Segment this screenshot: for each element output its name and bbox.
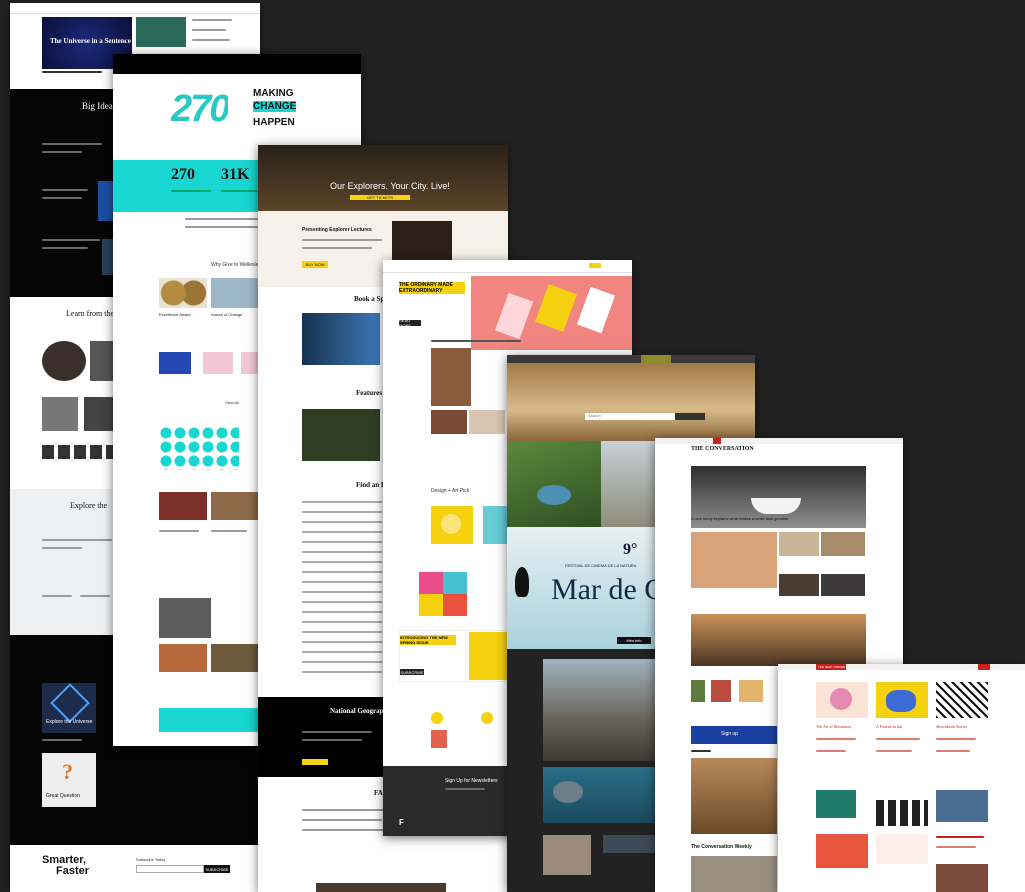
question-icon: ? Great Question [42,753,96,807]
gorilla-photo [302,409,380,461]
headline-1: MAKING [253,88,294,99]
promo-title: INTRODUCING THE NEW SPRING ISSUE [400,635,456,645]
avatar [84,397,114,431]
footer-title: Sign Up for Newsletters [445,778,498,784]
hero: Our Explorers. Your City. Live! GET TICK… [258,145,508,211]
search-input[interactable]: Search [585,413,675,420]
illustration-1 [816,682,868,718]
intro-title: Presenting Explorer Lectures [302,227,372,233]
screenshot-illustration-magazine: THE NEW YORKER The Art of Illustration A… [778,664,1025,892]
features-heading: Features [356,389,382,397]
speaker-photo [302,313,380,365]
illustration-3 [936,682,988,718]
avatar [42,397,78,431]
more-info-button[interactable]: Més info [617,637,651,644]
bird-photo [507,441,601,527]
footer-logo: Smarter, Faster [42,855,89,877]
search-button[interactable] [675,413,705,420]
crowd-photo [691,614,866,666]
top-nav [10,3,260,14]
hero-caption: A new study explains what makes a smile … [691,516,789,521]
big-title: Mar de C [551,573,665,606]
avatar [90,341,114,381]
hero-image [471,276,632,350]
top-bar [778,664,1025,670]
thumb-1 [136,17,186,47]
feature-left-title: Explore the Universe [46,719,93,725]
cta-band [159,708,261,732]
learn-heading: Learn from the [66,309,114,318]
hero-headline: THE ORDINARY MADE EXTRAORDINARY [399,282,465,294]
coin-image [159,278,207,308]
illustration-2 [876,682,928,718]
logo: THE NEW YORKER [818,665,846,669]
stat-2: 31K [221,166,250,183]
subscribe-button[interactable]: SUBSCRIBE [204,865,230,873]
buy-button[interactable]: BUY NOW [302,261,328,268]
section-title: Why Give to Wellesley [211,262,261,268]
explore-heading: Explore the [70,501,108,510]
photo-5 [211,644,261,672]
photo-2 [211,492,261,520]
logo-tile [419,572,443,594]
story-photo-3 [821,532,865,556]
avatar [42,341,86,381]
hero-title: The Universe in a Sentence [50,37,131,45]
footer-logo: F [399,818,404,827]
cta-box[interactable]: Sign up [691,726,777,744]
newsletter-label: Subscribe Today [136,857,166,862]
newsletter-input[interactable] [136,865,204,873]
top-nav [507,355,755,363]
top-nav [383,260,632,273]
section-title: Design + Art Pick [431,488,470,494]
globe-icon: Explore the Universe [42,683,96,733]
caption-2: Voices of Change [211,312,243,317]
mountain-photo [543,659,655,761]
subtitle: FESTIVAL DE CINEMA DE LA NATURA [565,563,637,568]
footer-logo-line-2: Faster [56,865,90,877]
hero-text: THE ORDINARY MADE EXTRAORDINARY [399,282,469,294]
hero-image: Search [507,363,755,441]
penguin-icon [515,567,529,597]
headline-2: CHANGE [253,101,297,112]
people-image [211,278,261,308]
event-list [302,501,382,681]
footer-newsletter: Smarter, Faster Subscribe Today SUBSCRIB… [10,845,260,892]
stat-1: 270 [171,166,195,183]
hero-button[interactable]: GET TICKETS [350,195,410,200]
promo-button[interactable]: SUBSCRIBE [400,669,424,675]
dots-pattern [159,426,239,470]
story-2: A Portrait in Ink [876,724,903,729]
story-photo-1 [691,532,777,588]
story-3: Sketchbook Stories [936,724,967,729]
manatee-photo [543,767,655,823]
hero-title: Our Explorers. Your City. Live! [330,181,450,191]
photo-4 [159,644,207,672]
photo-1 [159,492,207,520]
section-heading: The Conversation Weekly [691,844,752,850]
big-number: 270 [171,88,229,130]
headline-block: MAKING CHANGE HAPPEN [253,88,313,128]
issue-number: 9° [623,541,638,558]
search-placeholder: Search [588,413,601,418]
masthead: THE CONVERSATION [691,446,754,452]
top-nav [113,54,361,74]
cta-label: Sign up [721,731,738,737]
feature-right-title: Great Question [46,793,80,799]
top-bar [655,438,903,444]
caption-1: Excellence Award [159,312,191,317]
poster: 9° FESTIVAL DE CINEMA DE LA NATURA Mar d… [507,527,665,649]
story-photo-2 [779,532,819,556]
view-all-link[interactable]: View All [225,400,239,405]
story-1: The Art of Illustration [816,724,852,729]
ideas-heading: Big Ideas [82,101,117,111]
photo-3 [159,598,211,638]
landscape-photo [601,441,661,527]
read-more-button[interactable]: READ MORE [399,318,421,328]
statue-photo [691,758,777,834]
headline-3: HAPPEN [253,117,295,128]
